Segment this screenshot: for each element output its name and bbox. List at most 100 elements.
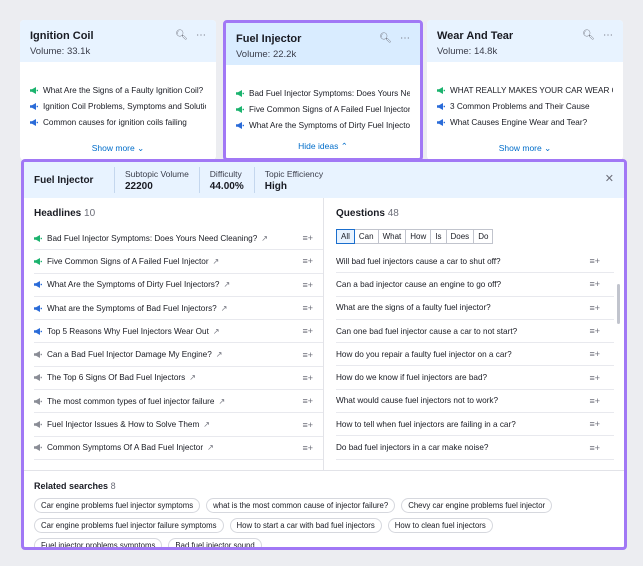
list-item[interactable]: What Causes Engine Wear and Tear? (437, 114, 613, 130)
related-search-chip[interactable]: Car engine problems fuel injector sympto… (34, 498, 201, 513)
headline-row[interactable]: Common Symptoms Of A Bad Fuel Injector ↗ ≡… (34, 437, 323, 460)
show-more-link[interactable]: Show more ⌄ (20, 143, 216, 154)
headline-text: Can a Bad Fuel Injector Damage My Engine… (47, 350, 212, 360)
question-row[interactable]: What are the signs of a faulty fuel inje… (336, 297, 614, 320)
add-to-list-icon[interactable]: ≡+ (589, 349, 600, 359)
related-searches-chips: Car engine problems fuel injector sympto… (34, 498, 614, 547)
headline-text: What Are the Symptoms of Dirty Fuel Inje… (47, 280, 220, 290)
show-more-link[interactable]: Show more ⌄ (427, 143, 623, 154)
question-row[interactable]: Can a bad injector cause an engine to go… (336, 273, 614, 297)
more-icon[interactable]: ⋯ (196, 30, 206, 41)
filter-how[interactable]: How (405, 229, 432, 244)
filter-does[interactable]: Does (445, 229, 475, 244)
more-icon[interactable]: ⋯ (603, 30, 613, 41)
question-row[interactable]: How do you repair a faulty fuel injector… (336, 343, 614, 367)
filter-what[interactable]: What (377, 229, 407, 244)
headline-row[interactable]: What are the Symptoms of Bad Fuel Inject… (34, 297, 323, 321)
question-row[interactable]: Do bad fuel injectors in a car make nois… (336, 436, 614, 460)
headline-row[interactable]: The most common types of fuel injector f… (34, 390, 323, 414)
headline-text: Fuel Injector Issues & How to Solve Them (47, 420, 200, 430)
headline-row[interactable]: Five Common Signs of A Failed Fuel Injec… (34, 250, 323, 274)
add-to-list-icon[interactable]: ≡+ (589, 303, 600, 313)
headline-row[interactable]: The Top 6 Signs Of Bad Fuel Injectors ↗ ≡+ (34, 367, 323, 391)
topic-card-ignition-coil[interactable]: Ignition Coil Volume: 33.1k 🔍︎ ⋯ What Ar… (20, 20, 216, 160)
list-item[interactable]: Bad Fuel Injector Symptoms: Does Yours N… (236, 85, 410, 101)
megaphone-icon (437, 86, 445, 94)
questions-section: Questions 48 All Can What How Is Does Do Will … (324, 198, 624, 470)
filter-can[interactable]: Can (353, 229, 379, 244)
list-item[interactable]: Ignition Coil Problems, Symptoms and Sol… (30, 98, 206, 114)
headline-text: Common Symptoms Of A Bad Fuel Injector (47, 443, 204, 453)
external-link-icon[interactable]: ↗ (207, 443, 214, 452)
external-link-icon[interactable]: ↗ (261, 234, 268, 243)
add-to-list-icon[interactable]: ≡+ (302, 256, 313, 266)
list-item[interactable]: WHAT REALLY MAKES YOUR CAR WEAR OUT? (437, 82, 613, 98)
external-link-icon[interactable]: ↗ (216, 350, 223, 359)
add-to-list-icon[interactable]: ≡+ (302, 280, 313, 290)
external-link-icon[interactable]: ↗ (221, 304, 228, 313)
metric-topic-efficiency: Topic Efficiency High (253, 167, 333, 193)
related-search-chip[interactable]: Fuel injector problems symptoms (34, 538, 163, 547)
related-search-chip[interactable]: How to clean fuel injectors (387, 518, 493, 533)
close-icon[interactable]: ✕ (605, 172, 614, 185)
add-to-list-icon[interactable]: ≡+ (302, 350, 313, 360)
add-to-list-icon[interactable]: ≡+ (302, 326, 313, 336)
more-icon[interactable]: ⋯ (400, 33, 410, 44)
question-row[interactable]: What would cause fuel injectors not to w… (336, 390, 614, 414)
headline-row[interactable]: Bad Fuel Injector Symptoms: Does Yours N… (34, 227, 323, 251)
related-search-chip[interactable]: How to start a car with bad fuel injecto… (229, 518, 382, 533)
question-row[interactable]: Can one bad fuel injector cause a car to… (336, 320, 614, 344)
add-to-list-icon[interactable]: ≡+ (589, 256, 600, 266)
search-icon[interactable]: 🔍︎ (379, 33, 392, 44)
external-link-icon[interactable]: ↗ (189, 373, 196, 382)
megaphone-icon (34, 257, 42, 265)
external-link-icon[interactable]: ↗ (213, 257, 220, 266)
list-item[interactable]: Common causes for ignition coils failing (30, 114, 206, 130)
add-to-list-icon[interactable]: ≡+ (589, 373, 600, 383)
related-search-chip[interactable]: Chevy car engine problems fuel injector (401, 498, 553, 513)
search-icon[interactable]: 🔍︎ (175, 30, 188, 41)
related-search-chip[interactable]: Car engine problems fuel injector failur… (34, 518, 224, 533)
question-row[interactable]: Will bad fuel injectors cause a car to s… (336, 250, 614, 274)
add-to-list-icon[interactable]: ≡+ (302, 396, 313, 406)
questions-list: Will bad fuel injectors cause a car to s… (336, 250, 614, 460)
headline-row[interactable]: What Are the Symptoms of Dirty Fuel Inje… (34, 274, 323, 297)
external-link-icon[interactable]: ↗ (218, 397, 225, 406)
add-to-list-icon[interactable]: ≡+ (589, 279, 600, 289)
add-to-list-icon[interactable]: ≡+ (589, 326, 600, 336)
related-search-chip[interactable]: what is the most common cause of injecto… (206, 498, 396, 513)
question-row[interactable]: How to tell when fuel injectors are fail… (336, 413, 614, 437)
megaphone-icon (34, 281, 42, 289)
questions-scrollbar[interactable] (617, 284, 620, 324)
panel-columns: Headlines 10 Bad Fuel Injector Symptoms:… (24, 198, 624, 470)
filter-all[interactable]: All (336, 229, 355, 244)
search-icon[interactable]: 🔍︎ (582, 30, 595, 41)
external-link-icon[interactable]: ↗ (213, 327, 220, 336)
list-item[interactable]: What Are the Signs of a Faulty Ignition … (30, 82, 206, 98)
topic-card-fuel-injector[interactable]: Fuel Injector Volume: 22.2k 🔍︎ ⋯ Bad Fue… (223, 20, 423, 161)
related-search-chip[interactable]: Bad fuel injector sound (168, 538, 262, 547)
list-item[interactable]: 3 Common Problems and Their Cause (437, 98, 613, 114)
megaphone-icon (30, 102, 38, 110)
add-to-list-icon[interactable]: ≡+ (302, 420, 313, 430)
add-to-list-icon[interactable]: ≡+ (302, 303, 313, 313)
headline-row[interactable]: Fuel Injector Issues & How to Solve Them… (34, 413, 323, 437)
headline-text: What are the Symptoms of Bad Fuel Inject… (47, 303, 217, 313)
external-link-icon[interactable]: ↗ (203, 420, 210, 429)
add-to-list-icon[interactable]: ≡+ (589, 443, 600, 453)
list-item[interactable]: What Are the Symptoms of Dirty Fuel Inje… (236, 117, 410, 133)
add-to-list-icon[interactable]: ≡+ (302, 233, 313, 243)
headline-row[interactable]: Can a Bad Fuel Injector Damage My Engine… (34, 343, 323, 367)
add-to-list-icon[interactable]: ≡+ (302, 373, 313, 383)
add-to-list-icon[interactable]: ≡+ (589, 396, 600, 406)
add-to-list-icon[interactable]: ≡+ (589, 419, 600, 429)
list-item[interactable]: Five Common Signs of A Failed Fuel Injec… (236, 101, 410, 117)
filter-do[interactable]: Do (473, 229, 494, 244)
hide-ideas-link[interactable]: Hide ideas ⌃ (226, 141, 420, 152)
filter-is[interactable]: Is (430, 229, 447, 244)
add-to-list-icon[interactable]: ≡+ (302, 443, 313, 453)
question-row[interactable]: How do we know if fuel injectors are bad… (336, 366, 614, 390)
topic-card-wear-and-tear[interactable]: Wear And Tear Volume: 14.8k 🔍︎ ⋯ WHAT RE… (427, 20, 623, 160)
external-link-icon[interactable]: ↗ (223, 280, 230, 289)
headline-row[interactable]: Top 5 Reasons Why Fuel Injectors Wear Ou… (34, 320, 323, 344)
